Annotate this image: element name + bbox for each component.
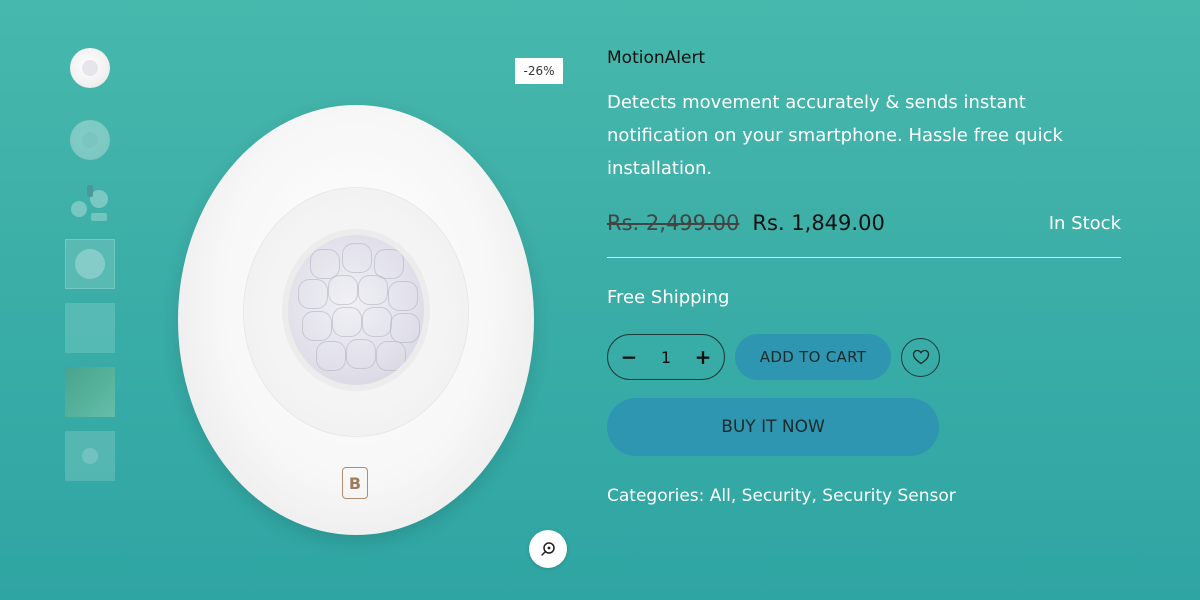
- thumbnail-1[interactable]: [64, 42, 116, 94]
- add-to-cart-button[interactable]: ADD TO CART: [735, 334, 891, 380]
- category-link-security-sensor[interactable]: Security Sensor: [822, 486, 956, 506]
- buy-now-button[interactable]: BUY IT NOW: [607, 398, 939, 456]
- zoom-button[interactable]: [529, 530, 567, 568]
- product-description: Detects movement accurately & sends inst…: [607, 92, 1063, 179]
- product-title: MotionAlert: [607, 48, 706, 68]
- purchase-actions: − 1 + ADD TO CART: [607, 334, 1121, 380]
- plain-thumbnail-image: [65, 303, 115, 353]
- sensor-body: B: [178, 105, 534, 535]
- sensor-lens: [288, 235, 424, 385]
- sensor-box-thumbnail-image: [65, 239, 115, 289]
- stock-status: In Stock: [1048, 213, 1121, 234]
- brand-logo: B: [342, 467, 368, 499]
- original-price: Rs. 2,499.00: [607, 211, 740, 235]
- decrease-quantity-button[interactable]: −: [620, 345, 638, 369]
- main-product-image: -26% B: [130, 50, 570, 590]
- sale-price: Rs. 1,849.00: [752, 211, 885, 235]
- thumbnail-5[interactable]: [64, 302, 116, 354]
- category-link-security[interactable]: Security: [742, 486, 812, 506]
- divider: [607, 257, 1121, 258]
- categories-label: Categories:: [607, 486, 705, 506]
- thumbnail-7[interactable]: [64, 430, 116, 482]
- installed-sensor-thumbnail-image: [65, 431, 115, 481]
- quantity-input[interactable]: 1: [651, 348, 681, 367]
- categories: Categories: All, Security, Security Sens…: [607, 486, 956, 506]
- discount-badge: -26%: [515, 58, 563, 84]
- thumbnail-3[interactable]: [64, 178, 116, 230]
- price-row: Rs. 2,499.00 Rs. 1,849.00 In Stock: [607, 211, 1121, 243]
- category-link-all[interactable]: All: [710, 486, 731, 506]
- sensor-parts-thumbnail-image: [71, 185, 108, 221]
- increase-quantity-button[interactable]: +: [694, 345, 712, 369]
- thumbnail-2[interactable]: [64, 114, 116, 166]
- zoom-icon: [541, 542, 555, 556]
- product-details: MotionAlert Detects movement accurately …: [607, 48, 1121, 506]
- shipping-info: Free Shipping: [607, 287, 730, 308]
- thumbnail-6[interactable]: [64, 366, 116, 418]
- wishlist-button[interactable]: [901, 337, 940, 377]
- sensor-thumbnail-image: [70, 120, 110, 160]
- heart-icon: [912, 349, 929, 365]
- sensor-thumbnail-image: [70, 48, 110, 88]
- leaf-thumbnail-image: [65, 367, 115, 417]
- quantity-stepper: − 1 +: [607, 334, 725, 380]
- thumbnail-4[interactable]: [64, 238, 116, 290]
